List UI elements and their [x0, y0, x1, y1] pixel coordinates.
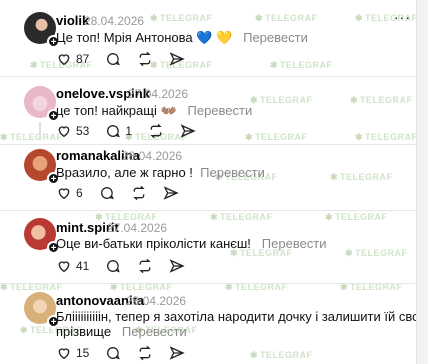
send-icon	[163, 186, 179, 200]
share-button[interactable]	[180, 123, 196, 139]
comment-icon	[107, 124, 121, 138]
comment-actions: 15	[56, 344, 201, 362]
avatar[interactable]: +	[24, 149, 60, 185]
watermark: ✱ TELEGRAF	[0, 132, 63, 142]
like-count: 15	[76, 346, 90, 360]
share-button[interactable]	[169, 345, 186, 361]
translate-link[interactable]: Перевести	[243, 30, 308, 45]
comment-actions: 87	[56, 50, 201, 68]
avatar[interactable]: +	[24, 12, 60, 48]
watermark: ✱ TELEGRAF	[250, 350, 313, 360]
like-button[interactable]: 15	[56, 345, 89, 361]
repost-icon	[139, 51, 151, 67]
comments-panel: ✱ TELEGRAF ✱ TELEGRAF ✱ TELEGRAF ✱ TELEGRAF …	[0, 0, 426, 364]
comment-date: 27.04.2026	[107, 221, 168, 235]
like-count: 53	[76, 124, 90, 138]
watermark: ✱ TELEGRAF	[345, 248, 408, 258]
thread-line	[39, 122, 41, 140]
repost-icon	[133, 185, 145, 201]
repost-icon	[150, 123, 162, 139]
comment-text: це топ! найкращі 👐🏽 Перевести	[56, 103, 253, 118]
scrollbar-track[interactable]	[416, 0, 428, 364]
repost-button[interactable]	[148, 123, 164, 139]
comment-actions: 41	[56, 257, 201, 275]
watermark: ✱ TELEGRAF	[330, 172, 393, 182]
like-button[interactable]: 41	[56, 258, 89, 274]
like-count: 41	[76, 259, 90, 273]
comment-date: 27.04.2026	[128, 87, 189, 101]
comment-text-line1: Бліііііііііін, тепер я захотіла народити…	[56, 309, 426, 324]
more-options-icon[interactable]: ···	[394, 9, 411, 25]
like-button[interactable]: 53	[56, 123, 89, 139]
watermark: ✱ TELEGRAF	[250, 95, 313, 105]
comment-date: 28.04.2026	[122, 149, 183, 163]
comment-text: Це топ! Мрія Антонова 💙 💛 Перевести	[56, 30, 308, 45]
translate-link[interactable]: Перевести	[122, 324, 187, 339]
send-icon	[180, 124, 196, 138]
share-button[interactable]	[169, 258, 186, 274]
watermark: ✱ TELEGRAF	[325, 212, 388, 222]
comment-icon	[100, 186, 114, 200]
share-button[interactable]	[163, 185, 179, 201]
watermark: ✱ TELEGRAF	[270, 60, 333, 70]
watermark: ✱ TELEGRAF	[255, 13, 318, 23]
watermark: ✱ TELEGRAF	[210, 212, 273, 222]
heart-icon	[58, 261, 70, 273]
repost-button[interactable]	[137, 345, 153, 361]
comment-date: 28.04.2026	[84, 14, 145, 28]
heart-icon	[58, 54, 70, 66]
translate-link[interactable]: Перевести	[188, 103, 253, 118]
avatar[interactable]: +	[24, 218, 60, 254]
comment-text-line2: прізвище Перевести	[56, 324, 187, 339]
comment-actions: 53 1	[56, 122, 212, 140]
reply-button[interactable]: 1	[105, 123, 132, 139]
comment-icon	[107, 346, 121, 360]
avatar[interactable]: +	[24, 292, 60, 328]
comment-date: 28.04.2026	[126, 294, 187, 308]
divider	[0, 144, 416, 145]
reply-count: 1	[125, 124, 133, 138]
reply-button[interactable]	[99, 185, 115, 201]
share-button[interactable]	[169, 51, 186, 67]
reply-button[interactable]	[105, 51, 121, 67]
like-button[interactable]: 6	[56, 185, 83, 201]
repost-button[interactable]	[137, 258, 153, 274]
comment-text: Вразило, але ж гарно ! Перевести	[56, 165, 265, 180]
like-count: 6	[76, 186, 83, 200]
reply-button[interactable]	[105, 258, 121, 274]
heart-icon	[58, 188, 70, 200]
repost-icon	[139, 345, 151, 361]
repost-button[interactable]	[137, 51, 153, 67]
repost-button[interactable]	[131, 185, 147, 201]
watermark: ✱ TELEGRAF	[150, 13, 213, 23]
send-icon	[169, 259, 186, 273]
divider	[0, 283, 416, 284]
heart-icon	[58, 348, 70, 360]
like-count: 87	[76, 52, 90, 66]
comment-icon	[107, 259, 121, 273]
divider	[0, 76, 416, 77]
divider	[0, 210, 416, 211]
repost-icon	[139, 258, 151, 274]
heart-icon	[58, 126, 70, 138]
reply-button[interactable]	[105, 345, 121, 361]
send-icon	[169, 346, 186, 360]
watermark: ✱ TELEGRAF	[350, 95, 413, 105]
watermark: ✱ TELEGRAF	[355, 132, 418, 142]
comment-icon	[107, 52, 121, 66]
comment-actions: 6	[56, 184, 195, 202]
translate-link[interactable]: Перевести	[200, 165, 265, 180]
watermark: ✱ TELEGRAF	[245, 132, 308, 142]
avatar[interactable]: +	[24, 86, 60, 122]
comment-text: Оце ви-батьки пріколісти канєш! Перевест…	[56, 236, 327, 251]
send-icon	[169, 52, 186, 66]
like-button[interactable]: 87	[56, 51, 89, 67]
translate-link[interactable]: Перевести	[262, 236, 327, 251]
